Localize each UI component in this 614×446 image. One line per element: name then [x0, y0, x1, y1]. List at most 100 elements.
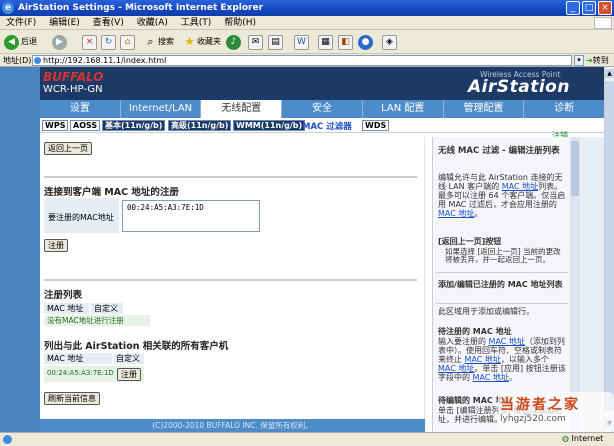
research-button[interactable]: ◧ — [338, 33, 353, 51]
nav-diagnostics[interactable]: 诊断 — [524, 100, 604, 118]
search-button[interactable]: ⌕ 搜索 — [143, 33, 174, 51]
model-name: WCR-HP-GN — [43, 84, 103, 95]
go-arrow-icon: ➔ — [586, 56, 593, 65]
edit-button[interactable]: W — [294, 33, 309, 51]
nav-wireless[interactable]: 无线配置 — [201, 100, 283, 118]
edit-icon: W — [294, 34, 309, 50]
address-input[interactable]: http://192.168.11.1/index.html — [32, 55, 572, 66]
help-scroll-thumb[interactable] — [571, 141, 579, 196]
toolbar-extra-icon: ◈ — [382, 34, 397, 50]
close-icon[interactable]: × — [598, 1, 612, 15]
page-scroll-thumb[interactable] — [605, 81, 614, 411]
left-page-margin — [0, 67, 40, 432]
subtab-wmm[interactable]: WMM(11n/g/b) — [233, 120, 306, 131]
ie-toolbar: ◀ 后退 ▶ × ↻ ⌂ ⌕ 搜索 ★ 收藏夹 ♪ ✉ ▤ W ▦ ◧ ● ◈ — [0, 30, 614, 54]
menu-help[interactable]: 帮助(H) — [224, 18, 256, 28]
help-backbtn-text: 如果选择 [返回上一页] 当前的更改将被丢弃，并一起返回上一页。 — [445, 247, 561, 264]
help-intro: 编辑允许与此 AirStation 连接的无线 LAN 客户端的 MAC 地址列… — [438, 173, 566, 218]
go-button[interactable]: ➔转到 — [586, 54, 609, 67]
assoc-row-mac: 00:24:A5:A3:7E:1D — [47, 369, 114, 377]
search-label: 搜索 — [158, 37, 174, 46]
address-dropdown-icon[interactable]: ▾ — [574, 55, 584, 66]
favorites-label: 收藏夹 — [197, 37, 221, 46]
assoc-register-button[interactable]: 注册 — [117, 368, 141, 381]
discuss-icon: ▦ — [318, 34, 333, 50]
register-section-title: 连接到客户端 MAC 地址的注册 — [44, 187, 179, 198]
subtab-wds[interactable]: WDS — [362, 120, 390, 131]
stop-icon: × — [82, 34, 97, 50]
home-button[interactable]: ⌂ — [120, 33, 135, 51]
print-icon: ▤ — [268, 34, 283, 50]
mac-address-link[interactable]: MAC 地址 — [465, 355, 501, 364]
register-button[interactable]: 注册 — [44, 239, 68, 252]
subtab-advanced[interactable]: 高级(11n/g/b) — [168, 120, 232, 131]
help-scrollbar[interactable] — [570, 137, 580, 432]
help-pending-title: 待注册的 MAC 地址 — [438, 327, 512, 336]
nav-security[interactable]: 安全 — [282, 100, 363, 118]
menu-favorites[interactable]: 收藏(A) — [137, 18, 168, 28]
help-text: 输入要注册的 — [438, 337, 489, 346]
associated-title: 列出与此 AirStation 相关联的所有客户机 — [44, 341, 229, 352]
window-title: AirStation Settings - Microsoft Internet… — [18, 3, 264, 13]
mac-address-link[interactable]: MAC 地址 — [438, 209, 474, 218]
minimize-icon[interactable]: _ — [566, 1, 580, 15]
menu-file[interactable]: 文件(F) — [6, 18, 36, 28]
divider — [44, 176, 417, 178]
mac-address-link[interactable]: MAC 地址 — [438, 364, 474, 373]
address-label: 地址(D) — [3, 56, 32, 65]
reg-list-title: 注册列表 — [44, 290, 83, 301]
status-zone: ◍ Internet — [562, 434, 603, 443]
star-icon: ★ — [184, 34, 195, 48]
page-icon — [34, 57, 41, 64]
mac-address-textarea[interactable]: 00:24:A5:A3:7E:1D — [122, 200, 260, 232]
back-arrow-icon: ◀ — [4, 34, 19, 50]
right-page-margin — [580, 137, 604, 432]
assoc-header-custom: 自定义 — [114, 353, 144, 364]
mail-icon: ✉ — [248, 34, 263, 50]
back-page-button[interactable]: 返回上一页 — [44, 142, 92, 155]
messenger-button[interactable]: ● — [358, 33, 375, 51]
toolbar-extra-button[interactable]: ◈ — [382, 33, 397, 51]
scroll-up-icon[interactable]: ▲ — [605, 69, 614, 78]
nav-admin[interactable]: 管理配置 — [444, 100, 525, 118]
subtab-basic[interactable]: 基本(11n/g/b) — [102, 120, 166, 131]
page-scrollbar[interactable]: ▲ ▼ — [604, 67, 614, 432]
status-zone-label: Internet — [571, 434, 604, 443]
help-add-text: 此区域用于添加或编辑行。 — [438, 307, 534, 316]
mac-address-link[interactable]: MAC 地址 — [489, 337, 525, 346]
help-text: 。 — [474, 209, 483, 218]
mac-address-link[interactable]: MAC 地址 — [502, 182, 538, 191]
refresh-button[interactable]: ↻ — [101, 33, 116, 51]
media-icon: ♪ — [226, 34, 241, 50]
media-button[interactable]: ♪ — [226, 33, 243, 51]
messenger-icon: ● — [358, 34, 373, 50]
back-button[interactable]: ◀ 后退 — [4, 33, 37, 51]
help-text: 。 — [508, 373, 517, 382]
mac-address-link[interactable]: MAC 地址 — [473, 373, 509, 382]
divider — [44, 279, 417, 281]
help-title: 无线 MAC 过滤 - 编辑注册列表 — [438, 146, 560, 156]
discuss-button[interactable]: ▦ — [318, 33, 333, 51]
subtab-wps[interactable]: WPS — [42, 120, 69, 131]
menu-edit[interactable]: 编辑(E) — [49, 18, 80, 28]
nav-internet-lan[interactable]: Internet/LAN — [121, 100, 202, 118]
go-label: 转到 — [592, 56, 609, 65]
subtab-aoss[interactable]: AOSS — [70, 120, 101, 131]
help-add-title: 添加/编辑已注册的 MAC 地址列表 — [438, 280, 563, 289]
print-button[interactable]: ▤ — [268, 33, 283, 51]
window-title-bar: AirStation Settings - Microsoft Internet… — [0, 0, 614, 16]
favorites-button[interactable]: ★ 收藏夹 — [182, 33, 221, 51]
ie-logo-icon: e — [2, 2, 14, 14]
stop-button[interactable]: × — [82, 33, 97, 51]
menu-view[interactable]: 查看(V) — [93, 18, 124, 28]
nav-lan-config[interactable]: LAN 配置 — [363, 100, 444, 118]
site-watermark: 当游者之家 lyhgzj520.com — [498, 392, 614, 432]
refresh-info-button[interactable]: 刷新当前信息 — [44, 392, 100, 405]
nav-setup[interactable]: 设置 — [40, 100, 121, 118]
mail-button[interactable]: ✉ — [248, 33, 263, 51]
back-label: 后退 — [21, 37, 37, 46]
menu-tools[interactable]: 工具(T) — [181, 18, 212, 28]
forward-button[interactable]: ▶ — [52, 33, 69, 51]
subtab-mac-filter[interactable]: MAC 过滤器 — [302, 120, 352, 132]
maximize-icon[interactable]: □ — [582, 1, 596, 15]
